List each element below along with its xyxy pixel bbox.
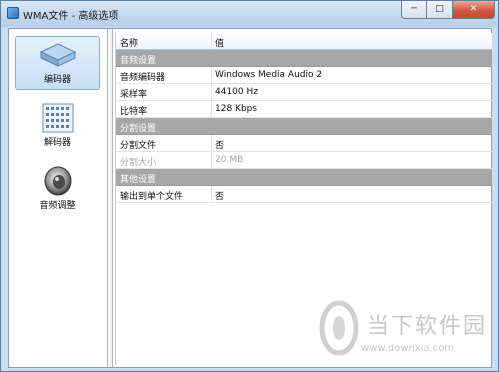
encoder-icon [39, 43, 76, 67]
sidebar-item-audio-adjust[interactable]: 音频调整 [15, 161, 100, 215]
watermark-url: www.downxia.com [361, 343, 455, 354]
close-button[interactable]: ✕ [453, 1, 495, 19]
app-icon [7, 7, 19, 19]
table-row[interactable]: 输出到单个文件 否 [116, 186, 492, 203]
cell-divider [211, 152, 212, 168]
column-header-name[interactable]: 名称 [120, 36, 138, 49]
property-value: 20 MB [215, 155, 244, 165]
sidebar-item-decoder[interactable]: 解码器 [15, 98, 100, 152]
property-value[interactable]: 128 Kbps [215, 104, 257, 114]
property-value[interactable]: 否 [215, 189, 224, 202]
property-value[interactable]: Windows Media Audio 2 [215, 70, 322, 80]
cell-divider [211, 135, 212, 151]
sidebar-item-encoder[interactable]: 编码器 [15, 36, 100, 90]
minimize-button[interactable]: ─ [401, 1, 427, 19]
section-audio-settings[interactable]: 音频设置 [116, 50, 492, 67]
caption-buttons: ─ □ ✕ [401, 1, 495, 19]
watermark-logo-icon [319, 300, 359, 356]
property-value[interactable]: 44100 Hz [215, 87, 258, 97]
window: WMA文件 - 高级选项 ─ □ ✕ 编码器 解码器 音频调整 名称 值 音频设… [0, 0, 499, 372]
section-label: 其他设置 [120, 175, 157, 185]
watermark: 当下软件园 www.downxia.com [319, 297, 497, 367]
grid-header: 名称 值 [116, 33, 492, 50]
sidebar-item-label: 音频调整 [39, 201, 76, 211]
window-title: WMA文件 - 高级选项 [23, 11, 119, 22]
property-name: 采样率 [120, 90, 148, 100]
property-name: 输出到单个文件 [120, 192, 184, 202]
table-row[interactable]: 比特率 128 Kbps [116, 101, 492, 118]
section-other-settings[interactable]: 其他设置 [116, 169, 492, 186]
table-row[interactable]: 分割文件 否 [116, 135, 492, 152]
cell-divider [211, 101, 212, 117]
sidebar-item-label: 解码器 [43, 138, 71, 148]
section-label: 音频设置 [120, 56, 157, 66]
property-name: 分割大小 [120, 158, 157, 168]
decoder-icon [42, 103, 73, 133]
property-name: 分割文件 [120, 141, 157, 151]
sidebar-item-label: 编码器 [43, 75, 71, 85]
section-split-settings[interactable]: 分割设置 [116, 118, 492, 135]
cell-divider [211, 67, 212, 83]
cell-divider [211, 84, 212, 100]
table-row: 分割大小 20 MB [116, 152, 492, 169]
cell-divider [211, 186, 212, 202]
maximize-button[interactable]: □ [427, 1, 453, 19]
title-bar[interactable]: WMA文件 - 高级选项 ─ □ ✕ [1, 1, 498, 27]
property-value[interactable]: 否 [215, 138, 224, 151]
column-divider[interactable] [211, 33, 212, 49]
table-row[interactable]: 采样率 44100 Hz [116, 84, 492, 101]
column-header-value[interactable]: 值 [215, 36, 224, 49]
watermark-brand: 当下软件园 [367, 314, 488, 339]
speaker-icon [44, 166, 71, 196]
sidebar: 编码器 解码器 音频调整 [9, 29, 108, 367]
property-name: 音频编码器 [120, 73, 166, 83]
section-label: 分割设置 [120, 124, 157, 134]
table-row[interactable]: 音频编码器 Windows Media Audio 2 [116, 67, 492, 84]
property-name: 比特率 [120, 107, 148, 117]
splitter[interactable] [110, 29, 113, 367]
